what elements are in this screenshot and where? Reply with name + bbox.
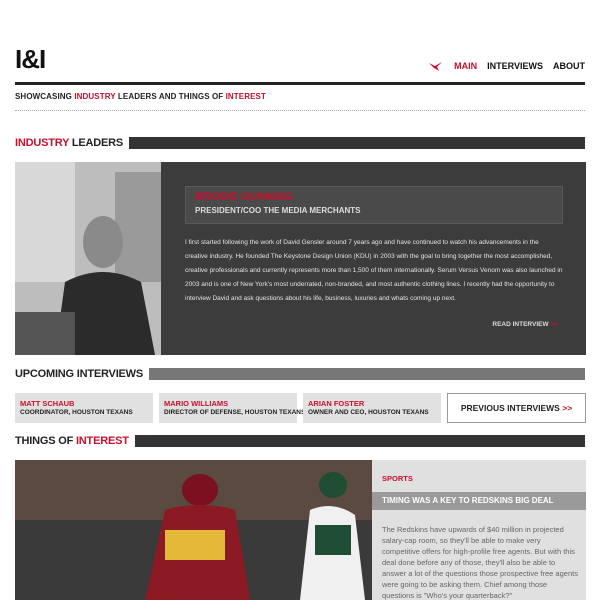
leader-bio: I first started following the work of Da…	[185, 239, 563, 302]
double-arrow-icon: >>	[562, 403, 573, 413]
football-photo-illustration	[15, 460, 372, 600]
industry-leaders-heading: INDUSTRY LEADERS	[15, 136, 585, 150]
header-divider	[15, 82, 585, 85]
heading-bar	[134, 435, 585, 447]
bird-icon	[429, 61, 443, 71]
dotted-divider	[15, 110, 585, 111]
tagline-text: LEADERS AND THINGS OF	[115, 92, 226, 101]
featured-story: SPORTS TIMING WAS A KEY TO REDSKINS BIG …	[15, 460, 586, 600]
interviewee-name: ARIAN FOSTER	[308, 399, 365, 408]
featured-leader-panel: BRODIE GUNNING PRESIDENT/COO THE MEDIA M…	[15, 162, 586, 355]
double-arrow-icon: >>	[550, 321, 558, 328]
story-summary-panel: SPORTS TIMING WAS A KEY TO REDSKINS BIG …	[372, 460, 586, 600]
nav-about[interactable]: ABOUT	[553, 61, 585, 71]
upcoming-card[interactable]: MATT SCHAUB COORDINATOR, HOUSTON TEXANS	[15, 393, 153, 423]
tagline: SHOWCASING INDUSTRY LEADERS AND THINGS O…	[15, 92, 266, 101]
tagline-accent: INTEREST	[225, 92, 266, 101]
section-title: UPCOMING INTERVIEWS	[15, 368, 144, 380]
interviewee-title: OWNER AND CEO, HOUSTON TEXANS	[308, 409, 429, 416]
site-logo[interactable]: I&I	[15, 44, 46, 75]
story-photo[interactable]	[15, 460, 372, 600]
leader-photo	[15, 162, 161, 355]
story-headline[interactable]: TIMING WAS A KEY TO REDSKINS BIG DEAL	[382, 496, 554, 505]
upcoming-card[interactable]: ARIAN FOSTER OWNER AND CEO, HOUSTON TEXA…	[303, 393, 441, 423]
leader-name: BRODIE GUNNING	[195, 191, 293, 203]
story-summary: The Redskins have upwards of $40 million…	[382, 525, 578, 600]
nav-main[interactable]: MAIN	[454, 61, 477, 71]
things-of-interest-heading: THINGS OF INTEREST	[15, 434, 585, 448]
section-title: INDUSTRY LEADERS	[15, 137, 124, 149]
leader-title: PRESIDENT/COO THE MEDIA MERCHANTS	[195, 206, 361, 215]
story-category[interactable]: SPORTS	[382, 474, 413, 483]
section-title: THINGS OF INTEREST	[15, 435, 129, 447]
read-interview-link[interactable]: READ INTERVIEW >>	[492, 321, 558, 328]
upcoming-interviews-heading: UPCOMING INTERVIEWS	[15, 367, 585, 381]
previous-interviews-button[interactable]: PREVIOUS INTERVIEWS >>	[447, 393, 586, 423]
interviewee-title: DIRECTOR OF DEFENSE, HOUSTON TEXANS	[164, 409, 306, 416]
main-nav: MAIN INTERVIEWS ABOUT	[429, 61, 585, 71]
interviewee-name: MARIO WILLIAMS	[164, 399, 229, 408]
tagline-accent: INDUSTRY	[74, 92, 116, 101]
interviewee-title: COORDINATOR, HOUSTON TEXANS	[20, 409, 133, 416]
heading-bar	[129, 137, 585, 149]
portrait-illustration	[15, 162, 161, 355]
tagline-text: SHOWCASING	[15, 92, 75, 101]
heading-bar	[149, 368, 585, 380]
leader-name-box: BRODIE GUNNING PRESIDENT/COO THE MEDIA M…	[185, 186, 563, 224]
nav-interviews[interactable]: INTERVIEWS	[487, 61, 543, 71]
story-headline-bar[interactable]: TIMING WAS A KEY TO REDSKINS BIG DEAL	[372, 492, 586, 510]
interviewee-name: MATT SCHAUB	[20, 399, 75, 408]
upcoming-card[interactable]: MARIO WILLIAMS DIRECTOR OF DEFENSE, HOUS…	[159, 393, 305, 423]
